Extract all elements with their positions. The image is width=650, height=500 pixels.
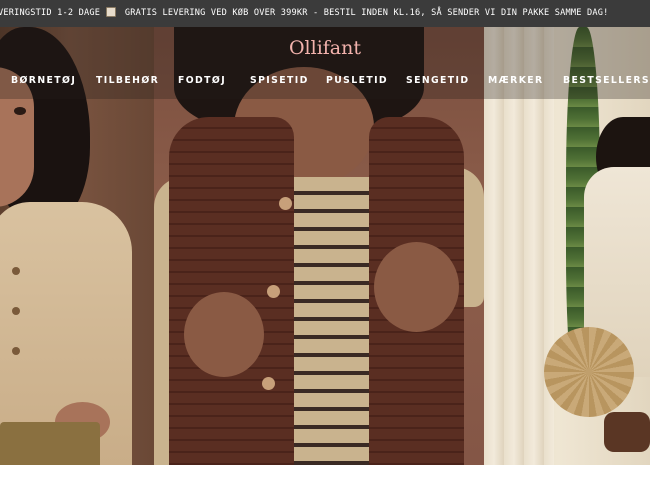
menu-item-pusletid[interactable]: PUSLETID xyxy=(326,73,388,89)
hand-shape xyxy=(184,292,264,377)
menu-item-spisetid[interactable]: SPISETID xyxy=(250,73,309,89)
eye-shape xyxy=(14,107,26,115)
vest-button xyxy=(262,377,275,390)
cardigan-button xyxy=(12,307,20,315)
vest-button xyxy=(279,197,292,210)
site-logo[interactable]: Ollifant xyxy=(0,37,650,59)
paper-fan-shape xyxy=(544,327,634,417)
menu-item-tilbehor[interactable]: TILBEHØR xyxy=(96,73,159,89)
hand-shape xyxy=(374,242,459,332)
box-icon xyxy=(106,7,117,17)
menu-item-sengetid[interactable]: SENGETID xyxy=(406,73,470,89)
site-header: Ollifant BØRNETØJ TILBEHØR FODTØJ SPISET… xyxy=(0,27,650,99)
announcement-text-2: GRATIS LEVERING VED KØB OVER 399KR - BES… xyxy=(124,8,609,18)
announcement-text: VERINGSTID 1-2 DAGE GRATIS LEVERING VED … xyxy=(0,0,609,27)
announcement-bar: VERINGSTID 1-2 DAGE GRATIS LEVERING VED … xyxy=(0,0,650,27)
cardigan-button xyxy=(12,347,20,355)
gift-box-shape xyxy=(0,422,100,465)
menu-item-maerker[interactable]: MÆRKER xyxy=(488,73,544,89)
cardigan-button xyxy=(12,267,20,275)
boot-shape xyxy=(604,412,650,452)
menu-item-bornetoj[interactable]: BØRNETØJ xyxy=(11,73,76,89)
menu-item-bestsellers[interactable]: BESTSELLERS xyxy=(563,73,650,89)
main-menu: BØRNETØJ TILBEHØR FODTØJ SPISETID PUSLET… xyxy=(0,73,650,89)
vest-button xyxy=(267,285,280,298)
menu-item-fodtoj[interactable]: FODTØJ xyxy=(178,73,226,89)
announcement-text-1: VERINGSTID 1-2 DAGE xyxy=(0,8,101,18)
